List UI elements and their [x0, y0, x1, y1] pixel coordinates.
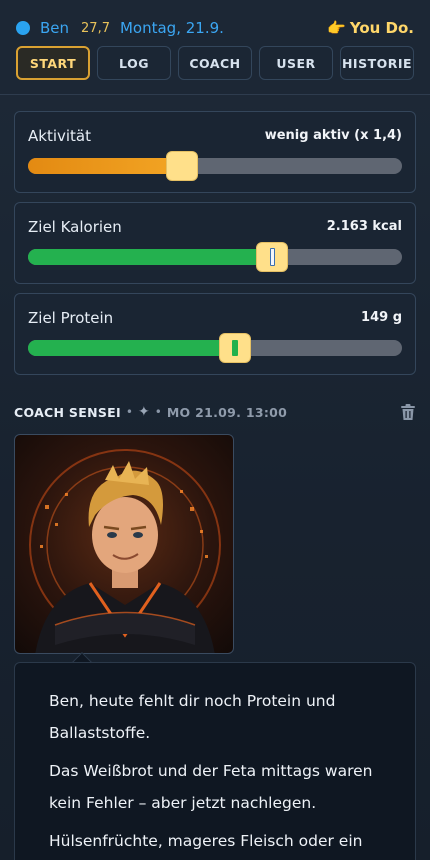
coach-name: COACH SENSEI [14, 404, 121, 420]
slogan-text: You Do. [349, 19, 414, 37]
main-nav: START LOG COACH USER HISTORIE [16, 46, 414, 80]
user-name[interactable]: Ben [40, 19, 69, 37]
bmi-value: 27,7 [81, 20, 110, 36]
status-row: Ben 27,7 Montag, 21.9. 👉 You Do. [16, 18, 414, 38]
calories-slider-thumb[interactable] [256, 242, 288, 272]
protein-slider-thumb[interactable] [219, 333, 251, 363]
protein-slider[interactable] [28, 333, 402, 363]
app-header: Ben 27,7 Montag, 21.9. 👉 You Do. START L… [0, 0, 430, 95]
message-line: Ben, heute fehlt dir noch Protein und [49, 692, 336, 710]
activity-slider-fill [28, 158, 182, 174]
status-dot-icon [16, 21, 30, 35]
coach-avatar [14, 434, 234, 654]
calories-card: Ziel Kalorien 2.163 kcal [14, 202, 416, 284]
tab-user[interactable]: USER [259, 46, 333, 80]
pointing-hand-icon: 👉 [327, 19, 346, 37]
tab-historie[interactable]: HISTORIE [340, 46, 414, 80]
activity-slider-thumb[interactable] [166, 151, 198, 181]
activity-card: Aktivität wenig aktiv (x 1,4) [14, 111, 416, 193]
calories-slider[interactable] [28, 242, 402, 272]
tab-start[interactable]: START [16, 46, 90, 80]
separator-dot: • [154, 405, 162, 419]
calories-label: Ziel Kalorien [28, 218, 122, 236]
message-line: Ballaststoffe. [49, 724, 151, 742]
activity-label: Aktivität [28, 127, 91, 145]
current-date: Montag, 21.9. [119, 19, 224, 37]
calories-slider-fill [28, 249, 272, 265]
protein-card: Ziel Protein 149 g [14, 293, 416, 375]
message-line: kein Fehler – aber jetzt nachlegen. [49, 794, 317, 812]
activity-value: wenig aktiv (x 1,4) [264, 128, 402, 143]
separator-dot: • [125, 405, 133, 419]
coach-message-header: COACH SENSEI • ✦ • MO 21.09. 13:00 [14, 403, 416, 421]
protein-slider-fill [28, 340, 235, 356]
protein-value: 149 g [361, 310, 402, 325]
trash-icon[interactable] [400, 403, 416, 421]
message-line: Das Weißbrot und der Feta mittags waren [49, 762, 373, 780]
thumb-grip-icon [232, 340, 238, 356]
coach-message-bubble: Ben, heute fehlt dir noch Protein und Ba… [14, 662, 416, 860]
sparkle-icon: ✦ [138, 404, 150, 420]
activity-slider[interactable] [28, 151, 402, 181]
slogan: 👉 You Do. [327, 19, 414, 37]
message-line: Hülsenfrüchte, mageres Fleisch oder ein [49, 832, 363, 850]
tab-coach[interactable]: COACH [178, 46, 252, 80]
tab-log[interactable]: LOG [97, 46, 171, 80]
message-timestamp: MO 21.09. 13:00 [166, 404, 288, 420]
thumb-grip-icon [269, 248, 275, 266]
calories-value: 2.163 kcal [326, 219, 402, 234]
protein-label: Ziel Protein [28, 309, 114, 327]
